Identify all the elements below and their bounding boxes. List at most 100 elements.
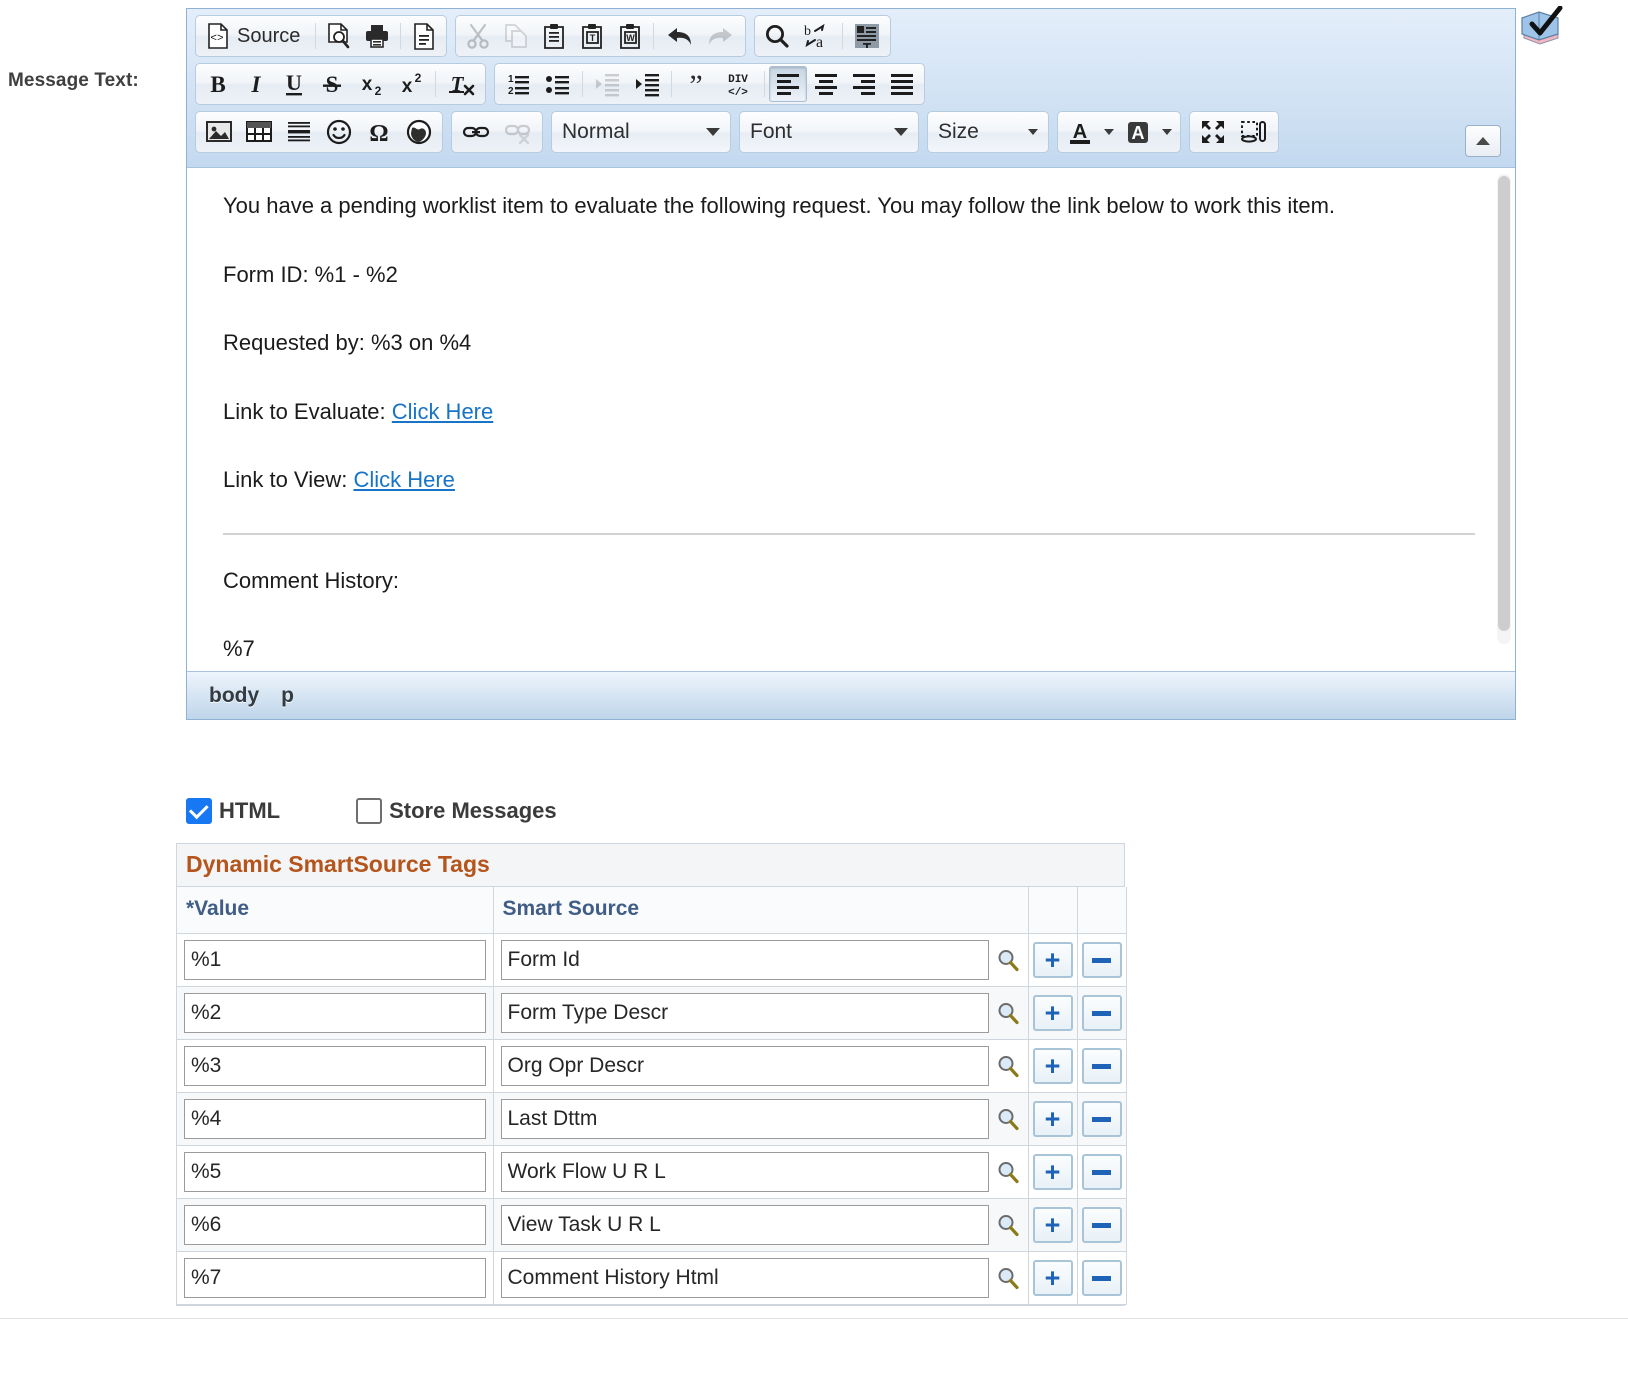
magnifier-lookup-icon[interactable] (995, 1159, 1021, 1185)
text-color-dropdown[interactable] (1099, 114, 1119, 150)
smart-source-input[interactable] (500, 1205, 989, 1245)
value-input[interactable] (184, 940, 486, 980)
add-row-button[interactable]: + (1032, 995, 1073, 1031)
cut-button[interactable] (459, 18, 497, 54)
underline-button[interactable]: U (275, 66, 313, 102)
subscript-button[interactable]: x2 (351, 66, 391, 102)
font-family-combo[interactable]: Font (739, 111, 919, 153)
table-button[interactable] (239, 114, 279, 150)
add-row-button[interactable]: + (1032, 1207, 1073, 1243)
value-input[interactable] (184, 1205, 486, 1245)
column-header-smart-source[interactable]: Smart Source (493, 887, 1029, 934)
copy-button[interactable] (497, 18, 535, 54)
link-view-click-here[interactable]: Click Here (353, 467, 454, 492)
preview-button[interactable] (320, 18, 358, 54)
superscript-button[interactable]: x2 (391, 66, 431, 102)
delete-row-button[interactable] (1081, 1048, 1122, 1084)
smart-source-input[interactable] (500, 1258, 989, 1298)
outdent-button[interactable] (587, 66, 627, 102)
strikethrough-button[interactable]: S (313, 66, 351, 102)
magnifier-lookup-icon[interactable] (995, 1212, 1021, 1238)
undo-button[interactable] (658, 18, 700, 54)
italic-button[interactable]: I (237, 66, 275, 102)
image-button[interactable] (199, 114, 239, 150)
magnifier-lookup-icon[interactable] (995, 1106, 1021, 1132)
element-path-body[interactable]: body (209, 684, 259, 708)
paste-button[interactable] (535, 18, 573, 54)
show-blocks-button[interactable] (1233, 114, 1275, 150)
horizontal-rule-button[interactable] (279, 114, 319, 150)
align-justify-button[interactable] (883, 66, 921, 102)
background-color-button[interactable]: A (1119, 114, 1157, 150)
delete-row-button[interactable] (1081, 1260, 1122, 1296)
redo-button[interactable] (700, 18, 742, 54)
add-row-button[interactable]: + (1032, 1154, 1073, 1190)
smart-source-input[interactable] (500, 940, 989, 980)
smart-source-input[interactable] (500, 993, 989, 1033)
value-input[interactable] (184, 1152, 486, 1192)
html-checkbox[interactable] (186, 798, 212, 824)
store-messages-checkbox[interactable] (356, 798, 383, 824)
value-input[interactable] (184, 993, 486, 1033)
value-input[interactable] (184, 1046, 486, 1086)
text-color-button[interactable]: A (1061, 114, 1099, 150)
delete-row-button[interactable] (1081, 1154, 1122, 1190)
add-row-button[interactable]: + (1032, 1101, 1073, 1137)
cell-delete (1077, 986, 1127, 1040)
value-input[interactable] (184, 1258, 486, 1298)
select-all-button[interactable] (847, 18, 887, 54)
cell-add: + (1028, 1092, 1078, 1146)
delete-row-button[interactable] (1081, 1101, 1122, 1137)
spellcheck-book-icon[interactable] (1518, 6, 1564, 48)
delete-row-button[interactable] (1081, 1207, 1122, 1243)
store-messages-checkbox-group[interactable]: Store Messages (356, 798, 557, 824)
font-size-combo[interactable]: Size (927, 111, 1049, 153)
maximize-button[interactable] (1193, 114, 1233, 150)
blockquote-button[interactable]: ” (676, 66, 716, 102)
magnifier-lookup-icon[interactable] (995, 1265, 1021, 1291)
smart-source-input[interactable] (500, 1046, 989, 1086)
delete-row-button[interactable] (1081, 995, 1122, 1031)
special-char-button[interactable]: Ω (359, 114, 399, 150)
html-checkbox-group[interactable]: HTML (186, 798, 280, 824)
numbered-list-button[interactable]: 12 (498, 66, 538, 102)
bulleted-list-button[interactable] (538, 66, 578, 102)
add-row-button[interactable]: + (1032, 1260, 1073, 1296)
paste-word-button[interactable]: W (611, 18, 649, 54)
find-button[interactable] (758, 18, 796, 54)
editor-scrollbar-thumb[interactable] (1498, 176, 1510, 631)
iframe-button[interactable] (399, 114, 439, 150)
replace-button[interactable]: ba (796, 18, 838, 54)
create-div-button[interactable]: DIV </> (716, 66, 760, 102)
paste-text-button[interactable]: T (573, 18, 611, 54)
unlink-button[interactable] (497, 114, 539, 150)
element-path-p[interactable]: p (281, 684, 294, 708)
smart-source-input[interactable] (500, 1152, 989, 1192)
remove-format-button[interactable]: T (440, 66, 482, 102)
magnifier-lookup-icon[interactable] (995, 947, 1021, 973)
bold-button[interactable]: B (199, 66, 237, 102)
print-button[interactable] (358, 18, 396, 54)
background-color-dropdown[interactable] (1157, 114, 1177, 150)
link-evaluate-click-here[interactable]: Click Here (392, 399, 493, 424)
add-row-button[interactable]: + (1032, 942, 1073, 978)
templates-button[interactable] (405, 18, 443, 54)
smart-source-input[interactable] (500, 1099, 989, 1139)
editor-body[interactable]: You have a pending worklist item to eval… (187, 168, 1515, 666)
align-center-button[interactable] (807, 66, 845, 102)
collapse-toolbar-button[interactable] (1465, 125, 1501, 157)
paragraph-format-combo[interactable]: Normal (551, 111, 731, 153)
link-button[interactable] (455, 114, 497, 150)
editor-content-area[interactable]: You have a pending worklist item to eval… (187, 167, 1515, 671)
add-row-button[interactable]: + (1032, 1048, 1073, 1084)
magnifier-lookup-icon[interactable] (995, 1000, 1021, 1026)
delete-row-button[interactable] (1081, 942, 1122, 978)
align-left-button[interactable] (769, 66, 807, 102)
column-header-value[interactable]: *Value (177, 887, 494, 934)
smiley-button[interactable] (319, 114, 359, 150)
magnifier-lookup-icon[interactable] (995, 1053, 1021, 1079)
value-input[interactable] (184, 1099, 486, 1139)
indent-button[interactable] (627, 66, 667, 102)
source-button[interactable]: <> Source (199, 18, 311, 54)
align-right-button[interactable] (845, 66, 883, 102)
